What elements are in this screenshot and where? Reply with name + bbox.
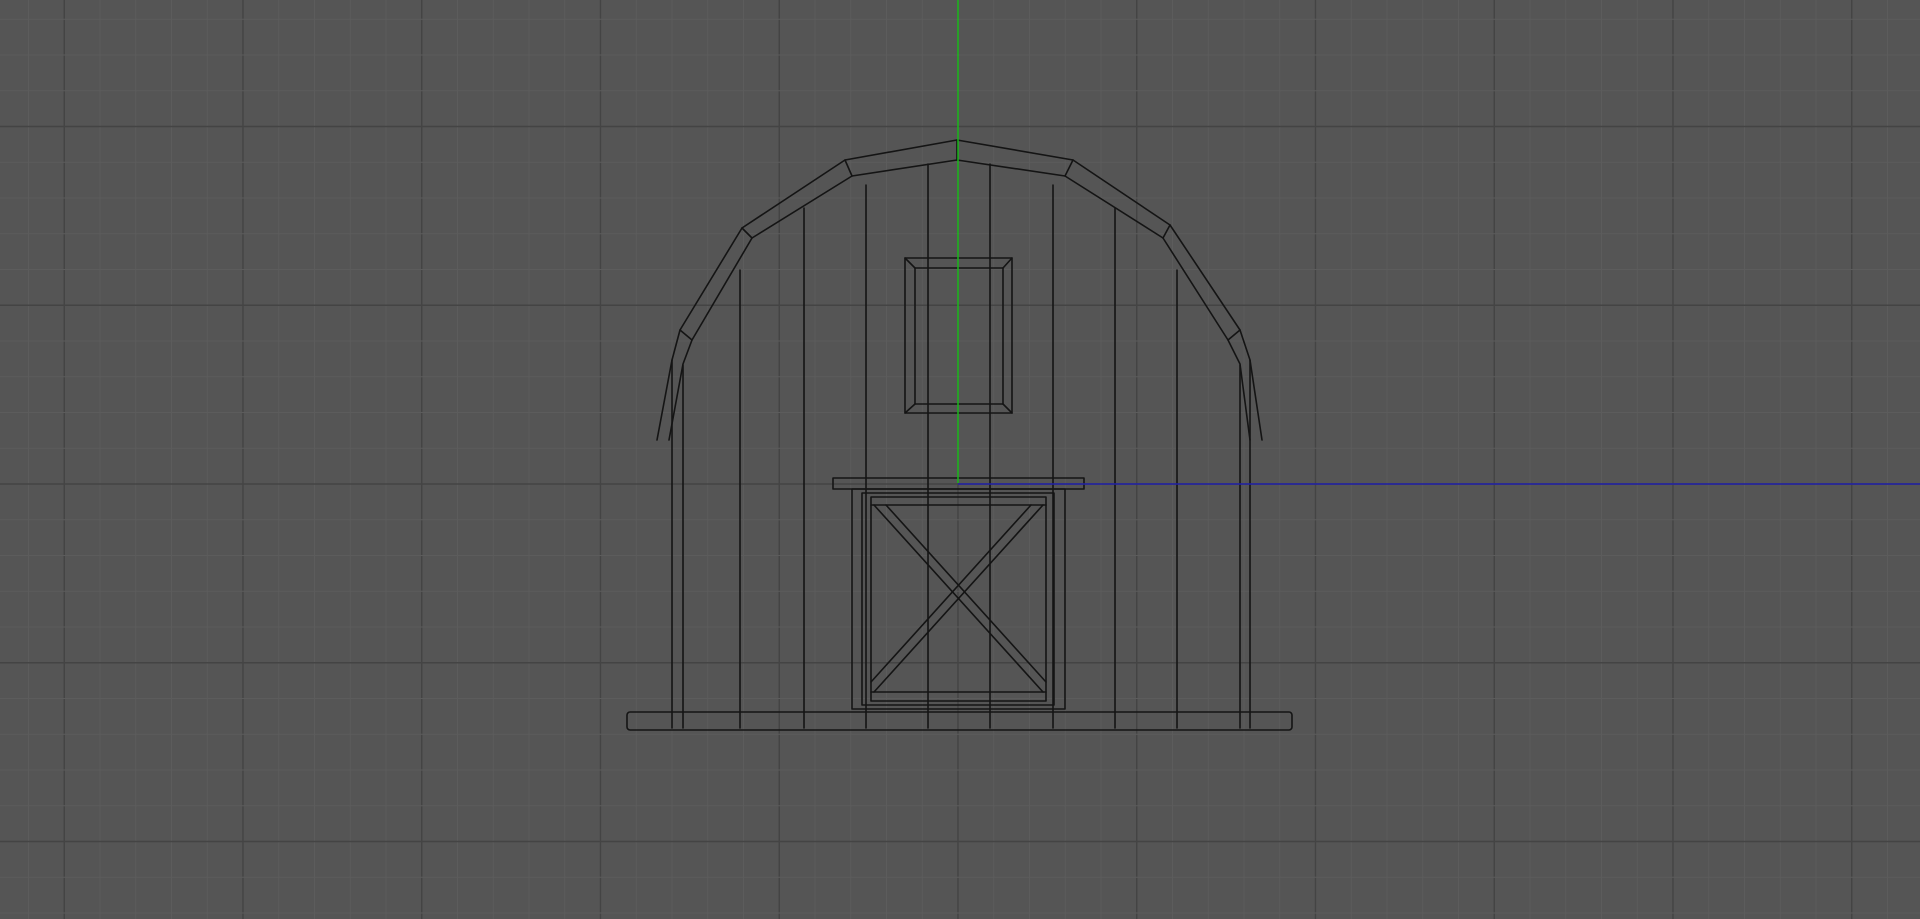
3d-viewport[interactable] (0, 0, 1920, 919)
barn-base (626, 711, 1293, 731)
viewport-grid (0, 0, 1920, 919)
barn-wireframe[interactable] (626, 139, 1293, 731)
viewport-canvas[interactable] (0, 0, 1920, 919)
barn-roof (656, 139, 1263, 441)
barn-side-posts (671, 359, 1251, 729)
